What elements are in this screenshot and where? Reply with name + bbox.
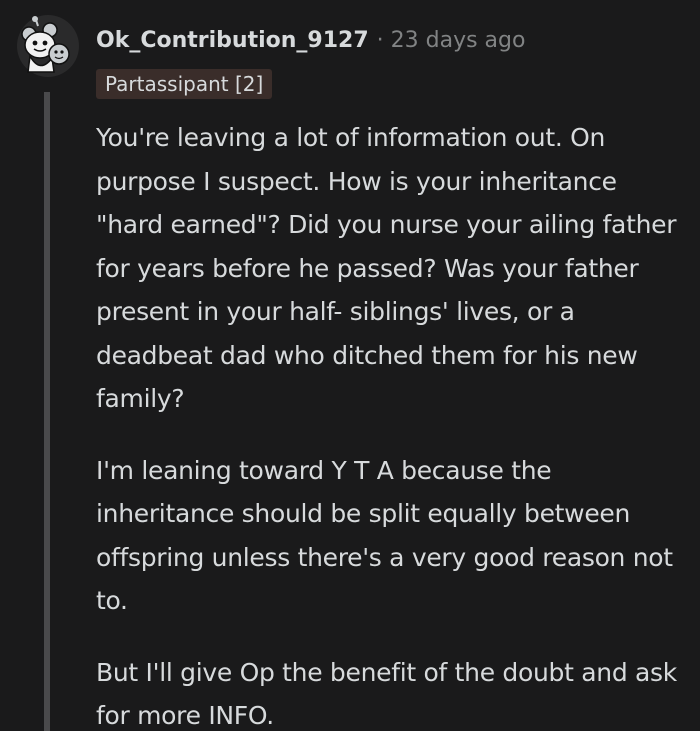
user-avatar[interactable] <box>16 14 80 78</box>
snoo-avatar-icon <box>17 15 79 77</box>
comment-body: You're leaving a lot of information out.… <box>96 116 686 731</box>
comment-paragraph: But I'll give Op the benefit of the doub… <box>96 657 677 731</box>
comment-meta: Ok_Contribution_9127 · 23 days ago <box>96 28 525 62</box>
username-link[interactable]: Ok_Contribution_9127 <box>96 28 369 53</box>
thread-collapse-line[interactable] <box>44 92 50 731</box>
comment-paragraph: You're leaving a lot of information out.… <box>96 123 677 413</box>
comment: Ok_Contribution_9127 · 23 days ago Parta… <box>0 0 700 731</box>
comment-timestamp[interactable]: 23 days ago <box>391 28 526 53</box>
meta-separator: · <box>376 28 384 53</box>
user-flair: Partassipant [2] <box>96 69 273 99</box>
comment-paragraph: I'm leaning toward Y T A because the inh… <box>96 455 673 616</box>
